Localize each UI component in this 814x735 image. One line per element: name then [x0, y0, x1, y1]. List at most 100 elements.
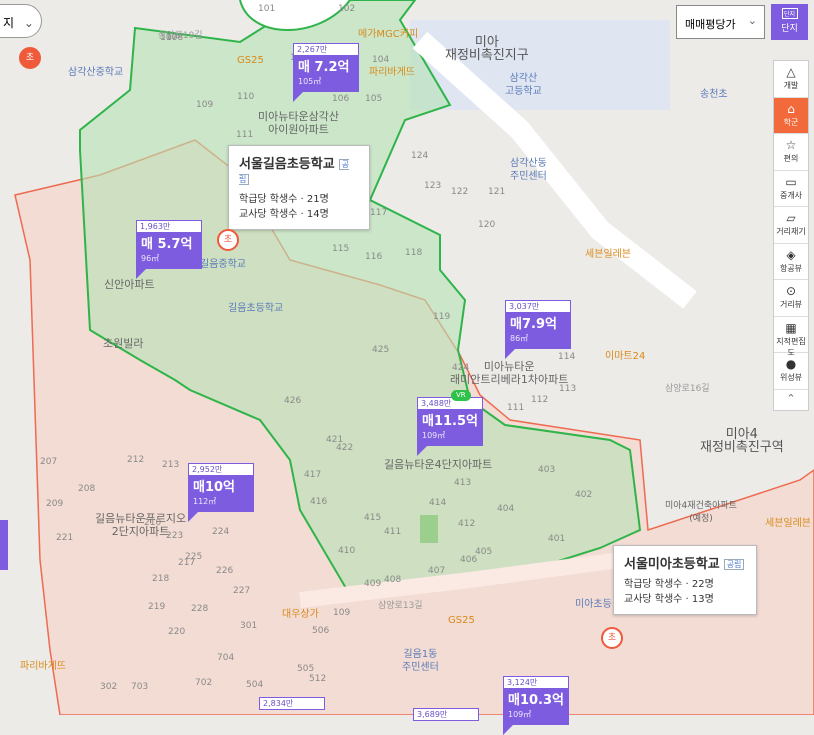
building-number: 402 [575, 490, 593, 500]
building-number: 702 [195, 678, 213, 688]
price-type-select[interactable]: 매매평당가 ⌄ [676, 5, 765, 39]
area: 96㎡ [141, 254, 160, 263]
students-per-class: 학급당 학생수 · 22명 [624, 579, 714, 590]
toolbar-globe-button[interactable]: ● 위성뷰 [774, 353, 808, 390]
building-number: 105 [365, 94, 383, 104]
building-number: 101 [258, 4, 276, 14]
school-type-badge: 공립 [723, 559, 745, 570]
toolbar-label: 학군 [783, 117, 799, 127]
map-label: 길음1동 주민센터 [402, 649, 439, 673]
building-number: 116 [365, 252, 383, 262]
ruler-icon: ▱ [786, 211, 796, 225]
marker-tail [417, 446, 427, 456]
toolbar-agent-button[interactable]: ▭ 중개사 [774, 171, 808, 207]
price-marker[interactable]: 2,267만 매 7.2억 105㎡ [293, 43, 359, 102]
building-number: 113 [559, 384, 577, 394]
building-number: 110 [237, 92, 255, 102]
map-label: 삼각산동 주민센터 [510, 158, 547, 182]
marker-body: 매10억 112㎡ [188, 476, 254, 512]
chevron-down-icon: ⌄ [747, 14, 757, 27]
building-number: 109 [333, 608, 351, 618]
building-number: 504 [246, 680, 264, 690]
map-label: 파리바게뜨 [369, 67, 415, 78]
price-marker[interactable]: 3,037만매7.9억 86㎡ [505, 300, 571, 359]
building-number: 301 [240, 621, 258, 631]
star-icon: ☆ [785, 138, 797, 152]
toolbar-collapse-button[interactable]: ^ [774, 390, 808, 410]
price-per-pyeong: 2,952만 [188, 463, 254, 476]
map-label: 미아뉴타운삼각산 아이원아파트 [258, 110, 339, 136]
school-icon[interactable]: 초 [217, 229, 239, 251]
toolbar-ruler-button[interactable]: ▱ 거리재기 [774, 207, 808, 244]
price-marker[interactable]: 2,952만 매10억 112㎡ [188, 463, 254, 522]
building-number: 122 [451, 187, 469, 197]
price-per-pyeong: 1,963만 [136, 220, 202, 233]
sale-price: 매7.9억 [510, 317, 557, 332]
map-label: 파리바게뜨 [20, 661, 66, 672]
price-marker[interactable]: 3,124만 매10.3억 109㎡ [503, 676, 569, 735]
building-number: 102 [338, 4, 356, 14]
building-number: 411 [384, 527, 402, 537]
building-number: 410 [338, 546, 356, 556]
building-number: 224 [212, 527, 230, 537]
toolbar-aerial-button[interactable]: ◈ 항공뷰 [774, 244, 808, 280]
building-number: 111 [507, 403, 525, 413]
toolbar-street-pin-button[interactable]: ⊙ 거리뷰 [774, 280, 808, 317]
building-number: 111 [236, 130, 254, 140]
building-number: 209 [46, 499, 64, 509]
complex-icon: 단지 [781, 8, 798, 19]
toolbar-cone-button[interactable]: △ 개발 [774, 61, 808, 98]
building-number: 302 [100, 682, 118, 692]
top-left-button[interactable]: 지 ⌄ [0, 4, 42, 38]
building-number: 227 [233, 586, 251, 596]
building-number: 121 [488, 187, 506, 197]
toolbar-label: 거리재기 [776, 227, 806, 236]
sale-price: 매 7.2억 [298, 60, 350, 75]
school-icon[interactable]: 초 [601, 627, 623, 649]
price-per-pyeong: 3,037만 [505, 300, 571, 313]
building-number: 207 [40, 457, 58, 467]
price-marker[interactable]: 2,834만 [259, 697, 325, 710]
building-number: 414 [429, 498, 447, 508]
map-label: 세븐일레븐 [765, 518, 811, 529]
marker-body: 매7.9억 86㎡ [505, 313, 571, 349]
price-per-pyeong: 3,124만 [503, 676, 569, 689]
top-left-button-label: 지 [3, 16, 15, 30]
toolbar-star-button[interactable]: ☆ 편의 [774, 134, 808, 171]
building-number: 117 [370, 208, 388, 218]
building-number: 704 [217, 653, 235, 663]
school-popup[interactable]: 서울길음초등학교 공립 학급당 학생수 · 21명 교사당 학생수 · 14명 [228, 145, 370, 230]
toolbar-label: 중개사 [779, 190, 803, 200]
marker-body: 매10.3억 109㎡ [503, 689, 569, 725]
toolbar-label: 개발 [783, 81, 799, 90]
building-number: 123 [424, 181, 442, 191]
agent-icon: ▭ [785, 174, 797, 189]
price-marker-partial[interactable] [0, 520, 8, 570]
students-per-teacher: 교사당 학생수 · 13명 [624, 594, 714, 605]
building-number: 703 [131, 682, 149, 692]
building-number: 221 [56, 533, 74, 543]
sale-price: 매10억 [193, 480, 236, 495]
road-label: 삼양로13길 [378, 601, 423, 611]
map-label: 미아4 재정비촉진구역 [700, 427, 784, 455]
complex-button[interactable]: 단지 단지 [771, 4, 808, 40]
building-number: 412 [458, 519, 476, 529]
building-number: 225 [185, 552, 203, 562]
price-marker[interactable]: 1,963만 매 5.7억 96㎡ [136, 220, 202, 279]
toolbar-school-button[interactable]: ⌂ 학군 [774, 97, 808, 134]
map-label: 송천초 [700, 89, 728, 100]
marker-tail [293, 92, 303, 102]
complex-button-label: 단지 [781, 24, 798, 34]
building-number: 421 [326, 435, 344, 445]
vr-badge[interactable]: VR [451, 390, 471, 401]
toolbar-cadastral-button[interactable]: ▦ 지적편집도 [774, 317, 808, 357]
building-number: 112 [531, 395, 549, 405]
school-icon[interactable]: 초 [19, 47, 41, 69]
building-number: 118 [405, 248, 423, 258]
area: 86㎡ [510, 334, 529, 343]
building-number: 226 [216, 566, 234, 576]
price-marker[interactable]: 3,488만 매11.5억 109㎡ VR [417, 390, 483, 456]
building-number: 424 [452, 363, 470, 373]
building-number: 409 [364, 579, 382, 589]
school-popup[interactable]: 서울미아초등학교 공립 학급당 학생수 · 22명 교사당 학생수 · 13명 [613, 545, 757, 615]
